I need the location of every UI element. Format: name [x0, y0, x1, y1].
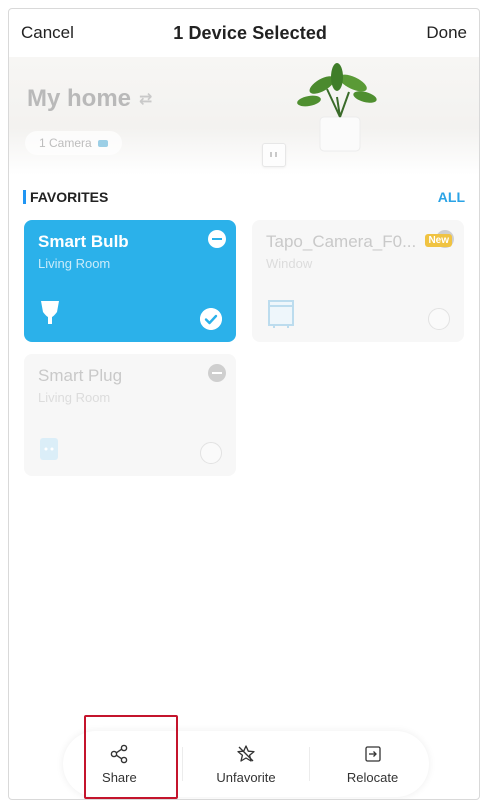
bulb-icon — [41, 301, 59, 324]
home-selector[interactable]: My home ⇄ — [27, 85, 152, 113]
select-circle[interactable] — [428, 308, 450, 330]
plant-image — [297, 63, 377, 152]
device-name: Tapo_Camera_F0... — [266, 232, 417, 251]
share-label: Share — [102, 769, 137, 785]
home-title: My home — [27, 85, 132, 112]
camera-count-pill[interactable]: 1 Camera — [25, 131, 122, 155]
camera-icon — [97, 139, 108, 147]
divider — [308, 747, 310, 781]
checkmark-icon[interactable] — [200, 308, 222, 330]
done-button[interactable]: Done — [414, 23, 479, 43]
favorites-header: FAVORITES ALL — [23, 189, 465, 205]
device-card-tapo-camera[interactable]: Tapo_Camera_F0... Window New — [252, 220, 464, 342]
new-badge: New — [425, 234, 452, 247]
device-room: Living Room — [38, 390, 111, 405]
home-banner — [9, 57, 479, 175]
window-icon — [268, 300, 294, 328]
action-bar: Share Unfavorite Relocate — [63, 731, 429, 797]
device-card-smart-plug[interactable]: Smart Plug Living Room — [24, 354, 236, 476]
relocate-button[interactable]: Relocate — [323, 734, 423, 794]
page-title: 1 Device Selected — [173, 22, 328, 43]
device-room: Living Room — [38, 256, 111, 271]
device-name: Smart Plug — [38, 366, 123, 385]
all-link[interactable]: ALL — [438, 189, 465, 205]
outlet-image — [262, 143, 286, 167]
remove-icon[interactable] — [208, 230, 226, 248]
divider — [182, 747, 184, 781]
cancel-button[interactable]: Cancel — [9, 23, 86, 43]
unfavorite-star-icon — [237, 744, 255, 762]
share-icon — [111, 744, 128, 763]
camera-count: 1 Camera — [39, 136, 92, 150]
device-room: Window — [266, 256, 313, 271]
favorites-label: FAVORITES — [23, 189, 108, 205]
section-bar — [23, 190, 26, 204]
relocate-icon — [364, 745, 381, 762]
relocate-label: Relocate — [346, 769, 399, 785]
device-card-smart-bulb[interactable]: Smart Bulb Living Room — [24, 220, 236, 342]
swap-icon[interactable]: ⇄ — [139, 89, 152, 109]
unfavorite-button[interactable]: Unfavorite — [196, 734, 296, 794]
app-frame: Cancel 1 Device Selected Done My home ⇄ … — [8, 8, 480, 800]
favorites-title: FAVORITES — [30, 189, 109, 205]
unfavorite-label: Unfavorite — [216, 769, 276, 785]
nav-bar: Cancel 1 Device Selected Done — [9, 9, 479, 57]
share-button[interactable]: Share — [69, 734, 169, 794]
select-circle[interactable] — [200, 442, 222, 464]
device-name: Smart Bulb — [38, 232, 129, 251]
remove-icon[interactable] — [208, 364, 226, 382]
plug-icon — [40, 438, 58, 460]
